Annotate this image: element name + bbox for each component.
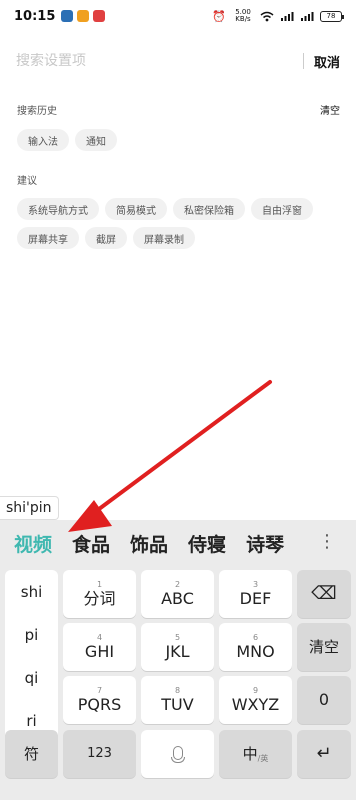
key-2[interactable]: 2 ABC: [141, 570, 214, 618]
notification-app-icon: [77, 10, 90, 22]
key-label: PQRS: [77, 694, 122, 714]
suggestion-chip[interactable]: 截屏: [85, 227, 127, 249]
wifi-icon: [260, 11, 274, 22]
suggestion-chip[interactable]: 私密保险箱: [173, 198, 245, 220]
key-8[interactable]: 8 TUV: [141, 676, 214, 724]
key-number: 1: [96, 579, 103, 589]
pinyin-option[interactable]: shi: [21, 583, 43, 601]
key-number: 9: [252, 685, 259, 695]
candidate-bar: 视频 食品 饰品 侍寝 诗琴: [0, 520, 356, 566]
alarm-icon: ⏰: [212, 9, 226, 23]
key-label: 分词: [83, 588, 116, 608]
candidate-word[interactable]: 食品: [72, 530, 110, 557]
history-chip[interactable]: 通知: [75, 129, 117, 151]
search-bar: 取消: [0, 40, 356, 82]
candidate-word[interactable]: 诗琴: [246, 530, 284, 557]
suggestion-chip[interactable]: 自由浮窗: [251, 198, 313, 220]
key-1[interactable]: 1 分词: [63, 570, 136, 618]
key-label: MNO: [236, 641, 275, 661]
signal-icon: [280, 11, 294, 22]
suggestion-chips-row-1: 系统导航方式 简易模式 私密保险箱 自由浮窗: [17, 198, 313, 220]
status-bar: 10:15 ⏰ 5.00 KB/s 78: [0, 0, 356, 32]
suggestions-title: 建议: [17, 176, 37, 187]
suggestion-chips-row-2: 屏幕共享 截屏 屏幕录制: [17, 227, 195, 249]
microphone-icon: [170, 745, 185, 763]
key-label: DEF: [239, 588, 272, 608]
key-4[interactable]: 4 GHI: [63, 623, 136, 671]
ime-keyboard: 视频 食品 饰品 侍寝 诗琴 ⋮ shi pi qi ri 1 分词 2 ABC…: [0, 520, 356, 800]
search-divider: [302, 53, 304, 69]
candidate-word[interactable]: 饰品: [130, 530, 168, 557]
key-number: 8: [174, 685, 181, 695]
key-label: 0: [318, 690, 330, 709]
space-key[interactable]: [141, 730, 214, 778]
key-label: 123: [87, 746, 112, 761]
key-number: 4: [96, 632, 103, 642]
key-number: 2: [174, 579, 181, 589]
key-number: 3: [252, 579, 259, 589]
key-6[interactable]: 6 MNO: [219, 623, 292, 671]
suggestion-chip[interactable]: 屏幕录制: [133, 227, 195, 249]
battery-icon: 78: [320, 10, 344, 22]
candidate-word[interactable]: 侍寝: [188, 530, 226, 557]
key-label: 清空: [308, 638, 339, 656]
zero-key[interactable]: 0: [297, 676, 351, 724]
key-3[interactable]: 3 DEF: [219, 570, 292, 618]
key-7[interactable]: 7 PQRS: [63, 676, 136, 724]
key-label: TUV: [161, 694, 194, 714]
status-system-icons: ⏰ 5.00 KB/s 78: [212, 8, 344, 23]
suggestion-chip[interactable]: 简易模式: [105, 198, 167, 220]
history-chip[interactable]: 输入法: [17, 129, 69, 151]
key-label: 中: [242, 745, 258, 763]
key-number: 6: [252, 632, 259, 642]
key-label: GHI: [84, 641, 115, 661]
pinyin-option[interactable]: ri: [26, 712, 36, 730]
clear-key[interactable]: 清空: [297, 623, 351, 671]
key-label: JKL: [165, 641, 190, 661]
notification-app-icon: [61, 10, 74, 22]
language-switch-key[interactable]: 中 /英: [219, 730, 292, 778]
suggestion-chip[interactable]: 屏幕共享: [17, 227, 79, 249]
status-app-icons: [61, 10, 106, 22]
status-time: 10:15: [14, 8, 56, 24]
enter-key[interactable]: ↵: [297, 730, 351, 778]
settings-search-input[interactable]: [16, 53, 293, 69]
search-history-header: 搜索历史 清空: [17, 102, 340, 117]
key-9[interactable]: 9 WXYZ: [219, 676, 292, 724]
suggestion-chip[interactable]: 系统导航方式: [17, 198, 99, 220]
notification-app-icon: [93, 10, 106, 22]
key-label: WXYZ: [231, 694, 280, 714]
key-5[interactable]: 5 JKL: [141, 623, 214, 671]
cancel-button[interactable]: 取消: [314, 52, 340, 71]
backspace-icon: ⌫: [311, 583, 337, 604]
backspace-key[interactable]: ⌫: [297, 570, 351, 618]
pinyin-option-list: shi pi qi ri: [5, 570, 58, 742]
pinyin-option[interactable]: pi: [25, 626, 39, 644]
symbol-key[interactable]: 符: [5, 730, 58, 778]
pinyin-option[interactable]: qi: [25, 669, 39, 687]
suggestions-header: 建议: [17, 172, 340, 187]
key-label: ABC: [161, 588, 194, 608]
candidate-word[interactable]: 视频: [14, 530, 52, 557]
key-sublabel: /英: [257, 754, 269, 763]
key-number: 5: [174, 632, 181, 642]
more-candidates-icon[interactable]: ⋮: [318, 532, 336, 552]
pinyin-composition: shi'pin: [0, 496, 59, 520]
search-history-chips: 输入法 通知: [17, 129, 117, 151]
key-number: 7: [96, 685, 103, 695]
key-label: 符: [23, 745, 39, 763]
search-history-title: 搜索历史: [17, 106, 57, 117]
number-mode-key[interactable]: 123: [63, 730, 136, 778]
net-speed: 5.00 KB/s: [235, 8, 251, 23]
enter-icon: ↵: [316, 743, 332, 764]
signal-icon: [300, 11, 314, 22]
clear-history-button[interactable]: 清空: [320, 102, 340, 117]
